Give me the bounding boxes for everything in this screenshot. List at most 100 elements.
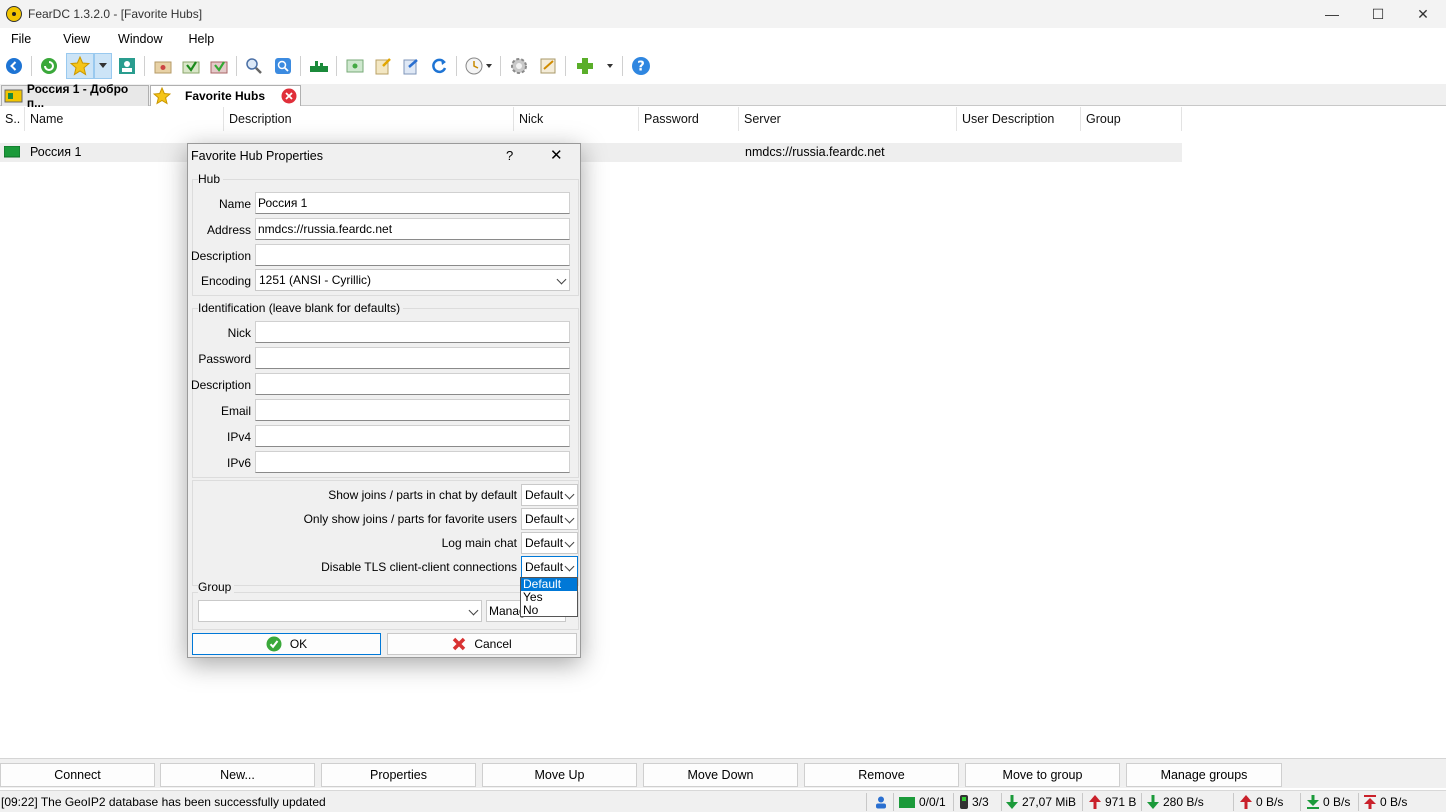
encoding-select[interactable]: 1251 (ANSI - Cyrillic) <box>255 269 570 291</box>
help-icon[interactable]: ? <box>628 53 654 79</box>
dialog-close-button[interactable]: ✕ <box>550 146 563 164</box>
password-field[interactable] <box>255 347 570 369</box>
open-file-list-icon[interactable] <box>370 53 396 79</box>
group-select[interactable] <box>198 600 482 622</box>
window-title: FearDC 1.3.2.0 - [Favorite Hubs] <box>28 7 203 21</box>
column-nick[interactable]: Nick <box>514 107 639 131</box>
download-speed: 280 B/s <box>1147 794 1204 810</box>
share-icon[interactable] <box>398 53 424 79</box>
upload-limit: 0 B/s <box>1364 794 1407 810</box>
hub-name-field[interactable]: Россия 1 <box>255 192 570 214</box>
ipv6-label: IPv6 <box>226 456 251 470</box>
hubs-count-value: 0/0/1 <box>919 795 946 809</box>
users-icon[interactable] <box>114 53 140 79</box>
log-main-chat-label: Log main chat <box>441 536 517 550</box>
disable-tls-select[interactable]: Default <box>521 556 578 578</box>
move-down-button[interactable]: Move Down <box>643 763 798 787</box>
status-bar: [09:22] The GeoIP2 database has been suc… <box>0 790 1446 812</box>
chevron-down-icon <box>564 513 575 524</box>
search-spy-icon[interactable] <box>270 53 296 79</box>
log-main-chat-select[interactable]: Default <box>521 532 578 554</box>
settings-gear-icon[interactable] <box>506 53 532 79</box>
dropdown-option-no[interactable]: No <box>521 604 577 617</box>
menu-bar: File View Window Help <box>0 28 1446 50</box>
column-user-description[interactable]: User Description <box>957 107 1081 131</box>
cancel-x-icon <box>453 637 466 651</box>
properties-button[interactable]: Properties <box>321 763 476 787</box>
table-row[interactable]: Россия 1 nmdcs://russia.feardc.net <box>0 143 1182 162</box>
hub-address-field[interactable]: nmdcs://russia.feardc.net <box>255 218 570 240</box>
email-field[interactable] <box>255 399 570 421</box>
favorite-joins-value: Default <box>525 512 564 526</box>
favorites-star-icon[interactable] <box>66 53 94 79</box>
move-to-group-button[interactable]: Move to group <box>965 763 1120 787</box>
ipv4-field[interactable] <box>255 425 570 447</box>
maximize-button[interactable]: ☐ <box>1355 0 1401 28</box>
tab-label: Россия 1 - Добро п... <box>26 82 129 110</box>
menu-file[interactable]: File <box>0 32 42 46</box>
own-file-list-icon[interactable] <box>342 53 368 79</box>
hub-description-field[interactable] <box>255 244 570 266</box>
upload-arrow-icon <box>1089 795 1101 809</box>
favorite-joins-select[interactable]: Default <box>521 508 578 530</box>
refresh-share-icon[interactable] <box>426 53 452 79</box>
download-limit-value: 0 B/s <box>1323 795 1351 809</box>
menu-help[interactable]: Help <box>174 32 226 46</box>
remove-button[interactable]: Remove <box>804 763 959 787</box>
network-stats-icon[interactable] <box>306 53 332 79</box>
user-description-field[interactable] <box>255 373 570 395</box>
move-up-button[interactable]: Move Up <box>482 763 637 787</box>
user-icon <box>874 794 888 810</box>
ipv4-label: IPv4 <box>226 430 251 444</box>
name-label: Name <box>218 197 251 211</box>
dialog-help-button[interactable]: ? <box>506 148 513 163</box>
disable-tls-label: Disable TLS client-client connections <box>321 560 517 574</box>
column-password[interactable]: Password <box>639 107 739 131</box>
plugins-icon[interactable] <box>573 53 617 79</box>
ok-button[interactable]: OK <box>192 633 381 655</box>
bottom-button-bar: Connect New... Properties Move Up Move D… <box>0 758 1446 788</box>
nick-field[interactable] <box>255 321 570 343</box>
column-name[interactable]: Name <box>25 107 224 131</box>
cancel-label: Cancel <box>474 637 512 651</box>
column-server[interactable]: Server <box>739 107 957 131</box>
menu-window[interactable]: Window <box>101 32 173 46</box>
chevron-down-icon <box>564 537 575 548</box>
checkmark-icon <box>266 636 282 652</box>
hub-online-icon <box>4 146 20 158</box>
column-description[interactable]: Description <box>224 107 514 131</box>
close-tab-icon[interactable] <box>281 88 297 104</box>
uploaded-value: 971 B <box>1105 795 1137 809</box>
tab-favorite-hubs[interactable]: Favorite Hubs <box>150 85 301 106</box>
refresh-icon[interactable] <box>36 53 62 79</box>
clock-icon[interactable] <box>462 53 496 79</box>
slots-value: 3/3 <box>972 795 989 809</box>
minimize-button[interactable]: — <box>1309 0 1355 28</box>
show-joins-select[interactable]: Default <box>521 484 578 506</box>
encoding-value: 1251 (ANSI - Cyrillic) <box>259 273 372 287</box>
notepad-icon[interactable] <box>535 53 561 79</box>
manage-groups-button[interactable]: Manage groups <box>1126 763 1282 787</box>
dropdown-arrow-icon[interactable] <box>94 53 112 79</box>
cancel-button[interactable]: Cancel <box>387 633 577 655</box>
menu-view[interactable]: View <box>42 32 101 46</box>
user-description-label: Description <box>190 378 251 392</box>
download-queue-icon[interactable] <box>178 53 204 79</box>
status-message: [09:22] The GeoIP2 database has been suc… <box>1 795 326 809</box>
open-folder-icon[interactable] <box>150 53 176 79</box>
email-label: Email <box>220 404 251 418</box>
back-icon[interactable] <box>1 53 27 79</box>
finished-downloads-icon[interactable] <box>206 53 232 79</box>
toolbar: ? <box>0 50 1446 82</box>
column-status[interactable]: S.. <box>0 107 25 131</box>
tab-hub-russia[interactable]: Россия 1 - Добро п... <box>1 82 149 110</box>
ipv6-field[interactable] <box>255 451 570 473</box>
new-button[interactable]: New... <box>160 763 315 787</box>
connect-button[interactable]: Connect <box>0 763 155 787</box>
column-group[interactable]: Group <box>1081 107 1182 131</box>
chevron-down-icon <box>468 605 479 616</box>
close-window-button[interactable]: ✕ <box>1400 0 1446 28</box>
search-icon[interactable] <box>241 53 267 79</box>
downloaded-value: 27,07 MiB <box>1022 795 1077 809</box>
title-bar: FearDC 1.3.2.0 - [Favorite Hubs] — ☐ ✕ <box>0 0 1446 28</box>
